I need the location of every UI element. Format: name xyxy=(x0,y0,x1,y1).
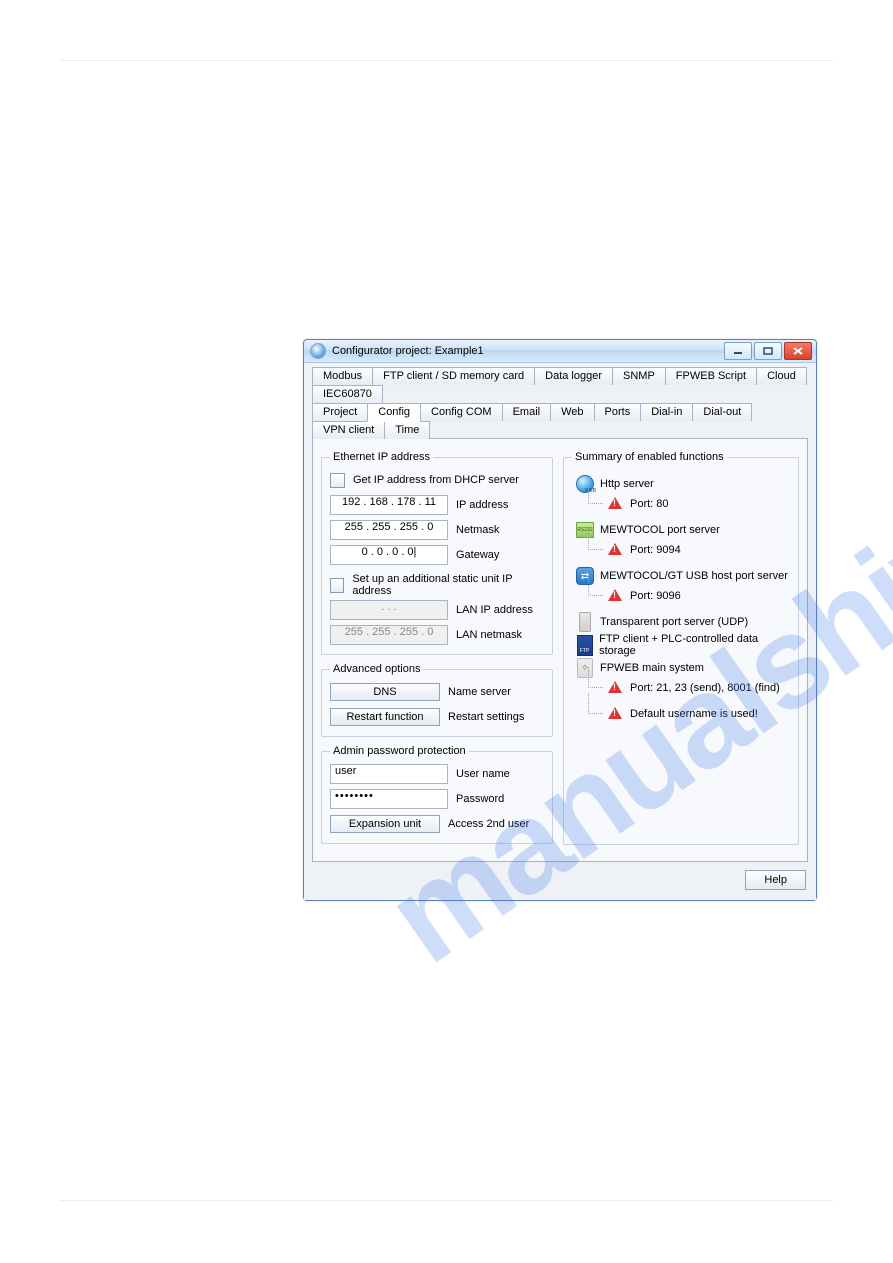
ip-address-label: IP address xyxy=(456,499,508,511)
expansion-unit-label: Access 2nd user xyxy=(448,818,529,830)
summary-tree: Http server Port: 80 RS232MEWTOCOL port se… xyxy=(572,469,790,733)
configurator-window: Configurator project: Example1 Modbus FT… xyxy=(303,339,817,901)
summary-subnode: Port: 80 xyxy=(606,495,788,513)
summary-subnode: Port: 9096 xyxy=(606,587,788,605)
netmask-label: Netmask xyxy=(456,524,499,536)
summary-subnode: Default username is used! xyxy=(606,705,788,723)
dns-label: Name server xyxy=(448,686,511,698)
summary-subnode-label: Port: 21, 23 (send), 8001 (find) xyxy=(630,682,780,694)
window-title: Configurator project: Example1 xyxy=(332,345,724,357)
ip-address-input[interactable]: 192 . 168 . 178 . 11 xyxy=(330,495,448,515)
warning-icon xyxy=(606,541,624,559)
tab-config[interactable]: Config xyxy=(367,403,421,422)
summary-subnode-label: Port: 9096 xyxy=(630,590,681,602)
chip-icon xyxy=(576,613,594,631)
warning-icon xyxy=(606,495,624,513)
sd-card-icon: FTP xyxy=(576,636,593,654)
summary-node-label: Http server xyxy=(600,478,654,490)
summary-node-label: Transparent port server (UDP) xyxy=(600,616,748,628)
tab-web[interactable]: Web xyxy=(550,403,594,421)
netmask-input[interactable]: 255 . 255 . 255 . 0 xyxy=(330,520,448,540)
username-label: User name xyxy=(456,768,510,780)
summary-node[interactable]: Http server xyxy=(576,475,788,493)
minimize-button[interactable] xyxy=(724,342,752,360)
titlebar[interactable]: Configurator project: Example1 xyxy=(304,340,816,363)
page-divider-top xyxy=(60,60,833,61)
username-input[interactable]: user xyxy=(330,764,448,784)
summary-subnode-label: Port: 9094 xyxy=(630,544,681,556)
tab-cloud[interactable]: Cloud xyxy=(756,367,807,385)
summary-legend: Summary of enabled functions xyxy=(572,451,727,463)
gateway-input[interactable]: 0 . 0 . 0 . 0| xyxy=(330,545,448,565)
warning-icon xyxy=(606,705,624,723)
ethernet-legend: Ethernet IP address xyxy=(330,451,433,463)
tab-snmp[interactable]: SNMP xyxy=(612,367,666,385)
warning-icon xyxy=(606,679,624,697)
tab-config-com[interactable]: Config COM xyxy=(420,403,503,421)
lan-netmask-label: LAN netmask xyxy=(456,629,522,641)
summary-subnode: Port: 21, 23 (send), 8001 (find) xyxy=(606,679,788,697)
password-input[interactable]: •••••••• xyxy=(330,789,448,809)
tab-dial-out[interactable]: Dial-out xyxy=(692,403,752,421)
static-ip-label: Set up an additional static unit IP addr… xyxy=(352,573,544,597)
gateway-label: Gateway xyxy=(456,549,499,561)
config-tab-page: Ethernet IP address Get IP address from … xyxy=(312,438,808,862)
summary-node-label: MEWTOCOL port server xyxy=(600,524,720,536)
dhcp-checkbox[interactable] xyxy=(330,473,345,488)
tab-project[interactable]: Project xyxy=(312,403,368,421)
tab-ftp-sd[interactable]: FTP client / SD memory card xyxy=(372,367,535,385)
tab-vpn-client[interactable]: VPN client xyxy=(312,421,385,439)
summary-node-label: FTP client + PLC-controlled data storage xyxy=(599,633,788,657)
restart-label: Restart settings xyxy=(448,711,524,723)
warning-icon xyxy=(606,587,624,605)
advanced-options-group: Advanced options DNS Name server Restart… xyxy=(321,663,553,737)
lan-netmask-input[interactable]: 255 . 255 . 255 . 0 xyxy=(330,625,448,645)
admin-password-group: Admin password protection user User name… xyxy=(321,745,553,844)
lan-ip-label: LAN IP address xyxy=(456,604,533,616)
summary-node-label: MEWTOCOL/GT USB host port server xyxy=(600,570,788,582)
ethernet-ip-group: Ethernet IP address Get IP address from … xyxy=(321,451,553,655)
dns-button[interactable]: DNS xyxy=(330,683,440,701)
app-icon xyxy=(310,343,326,359)
tab-ports[interactable]: Ports xyxy=(594,403,642,421)
summary-node[interactable]: RS232MEWTOCOL port server xyxy=(576,521,788,539)
lan-ip-input[interactable]: . . . xyxy=(330,600,448,620)
close-button[interactable] xyxy=(784,342,812,360)
tab-modbus[interactable]: Modbus xyxy=(312,367,373,385)
summary-group: Summary of enabled functions Http server… xyxy=(563,451,799,845)
tab-email[interactable]: Email xyxy=(502,403,552,421)
tab-dial-in[interactable]: Dial-in xyxy=(640,403,693,421)
summary-node[interactable]: Transparent port server (UDP) xyxy=(576,613,788,631)
admin-legend: Admin password protection xyxy=(330,745,469,757)
help-button[interactable]: Help xyxy=(745,870,806,890)
summary-node[interactable]: ⇄MEWTOCOL/GT USB host port server xyxy=(576,567,788,585)
advanced-legend: Advanced options xyxy=(330,663,423,675)
tabs-row-1: Modbus FTP client / SD memory card Data … xyxy=(312,367,808,403)
summary-subnode-label: Port: 80 xyxy=(630,498,669,510)
static-ip-checkbox[interactable] xyxy=(330,578,344,593)
summary-node[interactable]: FTP FTP client + PLC-controlled data stor… xyxy=(576,633,788,657)
summary-subnode-label: Default username is used! xyxy=(630,708,758,720)
tab-fpweb-script[interactable]: FPWEB Script xyxy=(665,367,757,385)
restart-function-button[interactable]: Restart function xyxy=(330,708,440,726)
summary-subnode: Port: 9094 xyxy=(606,541,788,559)
page-divider-bottom xyxy=(60,1200,833,1201)
summary-node-label: FPWEB main system xyxy=(600,662,704,674)
maximize-button[interactable] xyxy=(754,342,782,360)
tabs-row-2: Project Config Config COM Email Web Port… xyxy=(312,403,808,439)
tab-iec60870[interactable]: IEC60870 xyxy=(312,385,383,403)
dhcp-label: Get IP address from DHCP server xyxy=(353,474,519,486)
password-label: Password xyxy=(456,793,504,805)
tab-datalogger[interactable]: Data logger xyxy=(534,367,613,385)
summary-node[interactable]: ✧FPWEB main system xyxy=(576,659,788,677)
tab-time[interactable]: Time xyxy=(384,421,430,439)
expansion-unit-button[interactable]: Expansion unit xyxy=(330,815,440,833)
